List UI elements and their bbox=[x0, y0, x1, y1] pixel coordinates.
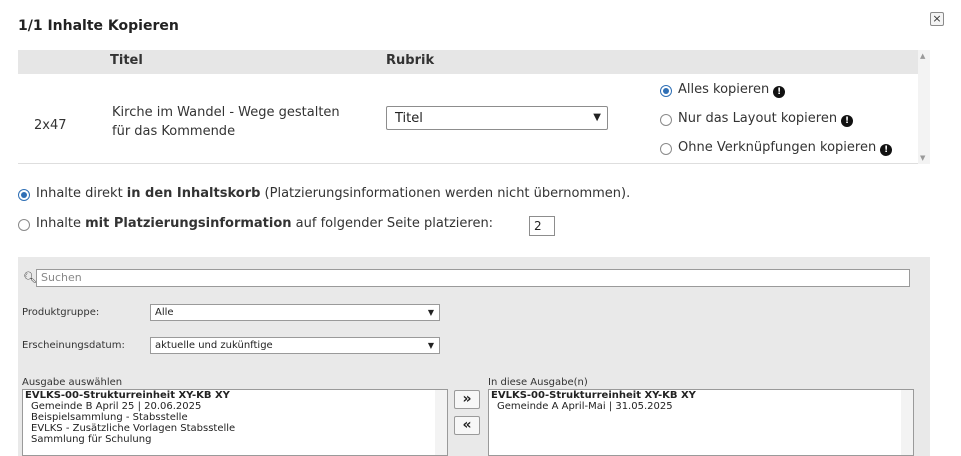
search-icon: 🔍︎ bbox=[23, 271, 37, 284]
rubrik-select-value: Titel bbox=[395, 110, 423, 126]
add-button[interactable]: » bbox=[454, 390, 480, 409]
produktgruppe-label: Produktgruppe: bbox=[22, 307, 100, 318]
list-item[interactable]: Gemeinde A April-Mai | 31.05.2025 bbox=[489, 401, 913, 412]
chevron-down-icon: ▼ bbox=[427, 307, 434, 317]
listbox-scrollbar[interactable] bbox=[435, 390, 447, 455]
option-inhaltskorb-text: Inhalte direkt bbox=[36, 186, 127, 201]
right-list-label: In diese Ausgabe(n) bbox=[488, 377, 588, 388]
option-inhaltskorb-note: (Platzierungsinformationen werden nicht … bbox=[260, 186, 631, 201]
produktgruppe-value: Alle bbox=[155, 307, 174, 318]
rubrik-select[interactable]: Titel ▼ bbox=[386, 106, 608, 130]
selection-panel: 🔍︎ Suchen Produktgruppe: Alle ▼ Erschein… bbox=[18, 257, 930, 456]
list-item[interactable]: EVLKS - Zusätzliche Vorlagen Stabsstelle bbox=[23, 423, 447, 434]
scroll-down-icon[interactable]: ▼ bbox=[920, 154, 925, 162]
listbox-scrollbar[interactable] bbox=[901, 390, 913, 455]
list-item[interactable]: Sammlung für Schulung bbox=[23, 434, 447, 445]
column-header-titel: Titel bbox=[110, 53, 143, 68]
option-platzierung: Inhalte mit Platzierungsinformation auf … bbox=[36, 216, 493, 231]
radio-alles-kopieren[interactable] bbox=[660, 85, 672, 97]
remove-button[interactable]: « bbox=[454, 416, 480, 435]
left-list-label: Ausgabe auswählen bbox=[22, 377, 123, 388]
option-platzierung-note: auf folgender Seite platzieren: bbox=[291, 216, 494, 231]
chevron-down-icon: ▼ bbox=[427, 340, 434, 350]
row-title-line2: für das Kommende bbox=[112, 124, 236, 139]
search-input[interactable]: Suchen bbox=[36, 269, 910, 287]
table-scrollbar[interactable]: ▲ ▼ bbox=[918, 50, 930, 164]
produktgruppe-select[interactable]: Alle ▼ bbox=[150, 304, 440, 321]
table-row: 2x47 Kirche im Wandel - Wege gestalten f… bbox=[18, 76, 930, 164]
row-title-line1: Kirche im Wandel - Wege gestalten bbox=[112, 105, 340, 120]
close-icon[interactable]: × bbox=[930, 12, 944, 26]
dialog-title: 1/1 Inhalte Kopieren bbox=[18, 18, 179, 34]
page-number-input[interactable]: 2 bbox=[529, 216, 555, 236]
list-group: EVLKS-00-Strukturreinheit XY-KB XY bbox=[25, 390, 230, 401]
option-ohne-verknuepfungen: Ohne Verknüpfungen kopieren! bbox=[678, 140, 893, 156]
list-group: EVLKS-00-Strukturreinheit XY-KB XY bbox=[491, 390, 696, 401]
ausgabe-listbox[interactable]: EVLKS-00-Strukturreinheit XY-KB XY Gemei… bbox=[22, 389, 448, 456]
datum-select[interactable]: aktuelle und zukünftige ▼ bbox=[150, 337, 440, 354]
option-alles-kopieren: Alles kopieren! bbox=[678, 82, 786, 98]
option-inhaltskorb: Inhalte direkt in den Inhaltskorb (Platz… bbox=[36, 186, 630, 201]
option-nur-layout-label: Nur das Layout kopieren bbox=[678, 111, 838, 126]
info-icon[interactable]: ! bbox=[773, 86, 786, 98]
info-icon[interactable]: ! bbox=[880, 144, 893, 156]
table-header: Titel Rubrik bbox=[18, 50, 930, 74]
info-icon[interactable]: ! bbox=[841, 115, 854, 127]
option-inhaltskorb-bold: in den Inhaltskorb bbox=[126, 186, 261, 201]
option-alles-kopieren-label: Alles kopieren bbox=[678, 82, 770, 97]
option-nur-layout: Nur das Layout kopieren! bbox=[678, 111, 854, 127]
scroll-up-icon[interactable]: ▲ bbox=[920, 52, 925, 60]
column-header-rubrik: Rubrik bbox=[386, 53, 435, 68]
radio-ohne-verknuepfungen[interactable] bbox=[660, 143, 672, 155]
list-item[interactable]: Beispielsammlung - Stabsstelle bbox=[23, 412, 447, 423]
list-item[interactable]: Gemeinde B April 25 | 20.06.2025 bbox=[23, 401, 447, 412]
radio-nur-layout[interactable] bbox=[660, 114, 672, 126]
radio-platzierung[interactable] bbox=[18, 219, 30, 231]
selected-listbox[interactable]: EVLKS-00-Strukturreinheit XY-KB XY Gemei… bbox=[488, 389, 914, 456]
datum-value: aktuelle und zukünftige bbox=[155, 340, 273, 351]
option-ohne-verknuepfungen-label: Ohne Verknüpfungen kopieren bbox=[678, 140, 877, 155]
option-platzierung-text: Inhalte bbox=[36, 216, 86, 231]
chevron-down-icon: ▼ bbox=[593, 111, 601, 123]
row-id: 2x47 bbox=[34, 118, 67, 133]
radio-inhaltskorb[interactable] bbox=[18, 189, 30, 201]
option-platzierung-bold: mit Platzierungsinformation bbox=[85, 216, 292, 231]
datum-label: Erscheinungsdatum: bbox=[22, 340, 125, 351]
